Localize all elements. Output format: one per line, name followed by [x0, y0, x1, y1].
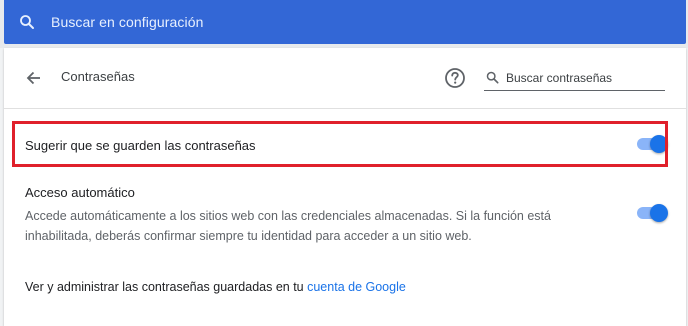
- passwords-header: Contraseñas Buscar contraseñas: [4, 48, 686, 109]
- settings-search-bar[interactable]: Buscar en configuración: [4, 0, 686, 44]
- search-icon: [486, 71, 499, 84]
- arrow-back-icon: [26, 71, 40, 85]
- password-search-field[interactable]: Buscar contraseñas: [484, 66, 665, 91]
- passwords-card: Contraseñas Buscar contraseñas Sugerir q…: [4, 48, 686, 326]
- auto-signin-toggle[interactable]: [634, 203, 668, 223]
- password-search-input[interactable]: Buscar contraseñas: [506, 71, 612, 85]
- google-account-link[interactable]: cuenta de Google: [307, 280, 406, 294]
- help-icon[interactable]: [444, 67, 466, 89]
- manage-passwords-prefix: Ver y administrar las contraseñas guarda…: [25, 280, 308, 294]
- manage-passwords-row: Ver y administrar las contraseñas guarda…: [4, 276, 686, 306]
- back-button[interactable]: [22, 66, 46, 90]
- search-icon[interactable]: [18, 13, 36, 31]
- top-bar: Buscar en configuración: [0, 0, 688, 48]
- auto-signin-label: Acceso automático: [25, 185, 135, 200]
- auto-signin-description: Accede automáticamente a los sitios web …: [25, 209, 551, 243]
- highlight-annotation: [12, 121, 668, 167]
- toggle-knob: [650, 204, 668, 222]
- manage-passwords-text: Ver y administrar las contraseñas guarda…: [25, 280, 406, 294]
- page-title: Contraseñas: [61, 69, 135, 84]
- settings-search-input[interactable]: Buscar en configuración: [51, 14, 204, 30]
